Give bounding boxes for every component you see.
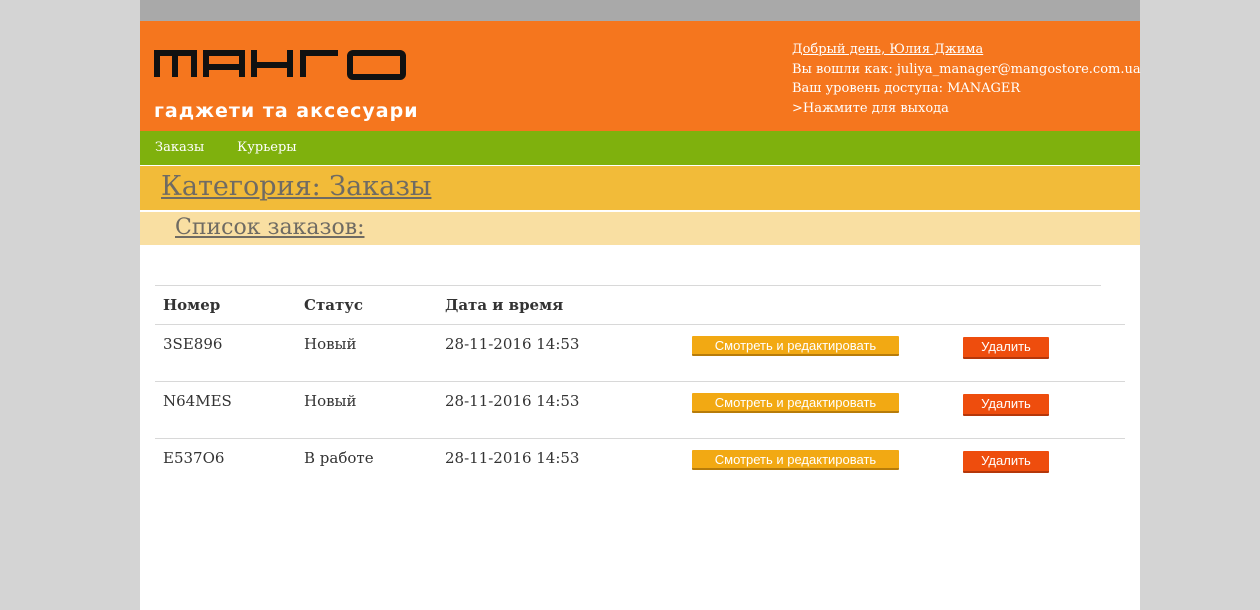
order-datetime: 28-11-2016 14:53 (445, 392, 580, 410)
logo-tagline: гаджети та аксесуари (154, 100, 419, 122)
delete-button[interactable]: Удалить (963, 394, 1049, 416)
logo-icon (154, 50, 406, 80)
column-header-datetime: Дата и время (445, 296, 564, 314)
page: гаджети та аксесуари Добрый день, Юлия Д… (140, 0, 1141, 610)
table-row: N64MES Новый 28-11-2016 14:53 Смотреть и… (155, 382, 1125, 439)
access-level: Ваш уровень доступа: MANAGER (792, 81, 1021, 96)
delete-button[interactable]: Удалить (963, 451, 1049, 473)
order-status: Новый (304, 335, 357, 353)
logo[interactable] (154, 47, 409, 103)
category-title[interactable]: Категория: Заказы (161, 169, 431, 205)
order-number: 3SE896 (163, 335, 223, 353)
list-title-bar: Список заказов: (140, 212, 1140, 245)
nav-item-orders[interactable]: Заказы (155, 131, 204, 165)
table-row: E537O6 В работе 28-11-2016 14:53 Смотрет… (155, 439, 1125, 496)
view-edit-button[interactable]: Смотреть и редактировать (692, 393, 899, 413)
user-greeting-link[interactable]: Добрый день, Юлия Джима (792, 42, 983, 57)
orders-table: Номер Статус Дата и время 3SE896 Новый 2… (155, 285, 1125, 496)
nav-item-couriers[interactable]: Курьеры (237, 131, 296, 165)
view-edit-button[interactable]: Смотреть и редактировать (692, 336, 899, 356)
logout-link[interactable]: >Нажмите для выхода (792, 99, 1141, 119)
column-header-number: Номер (163, 296, 221, 314)
delete-button[interactable]: Удалить (963, 337, 1049, 359)
order-status: Новый (304, 392, 357, 410)
user-info: Добрый день, Юлия Джима Вы вошли как: ju… (792, 40, 1141, 118)
table-row: 3SE896 Новый 28-11-2016 14:53 Смотреть и… (155, 325, 1125, 382)
site-header: гаджети та аксесуари Добрый день, Юлия Д… (140, 21, 1141, 131)
order-number: N64MES (163, 392, 232, 410)
category-bar: Категория: Заказы (140, 166, 1140, 212)
main-nav: Заказы Курьеры (140, 131, 1140, 166)
order-number: E537O6 (163, 449, 225, 467)
view-edit-button[interactable]: Смотреть и редактировать (692, 450, 899, 470)
order-status: В работе (304, 449, 374, 467)
order-datetime: 28-11-2016 14:53 (445, 335, 580, 353)
order-datetime: 28-11-2016 14:53 (445, 449, 580, 467)
orders-list-title[interactable]: Список заказов: (175, 213, 365, 243)
table-header: Номер Статус Дата и время (155, 286, 1125, 325)
column-header-status: Статус (304, 296, 363, 314)
logged-in-as: Вы вошли как: juliya_manager@mangostore.… (792, 61, 1141, 77)
top-strip (140, 0, 1140, 21)
